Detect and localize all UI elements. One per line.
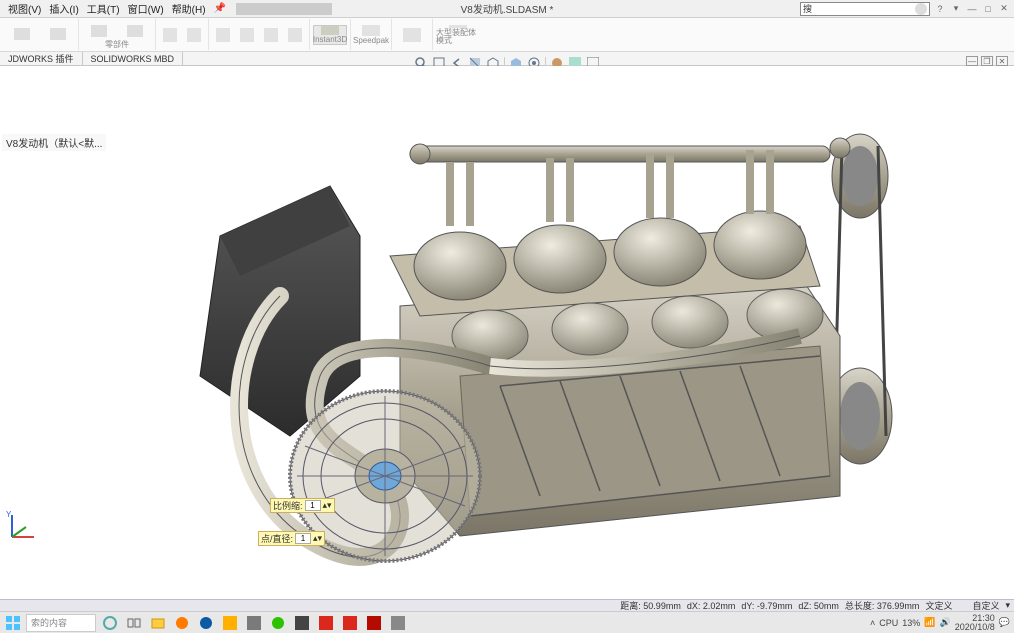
ribbon-group-mate bbox=[156, 19, 209, 50]
ribbon-btn[interactable] bbox=[5, 25, 39, 45]
qat-icon[interactable] bbox=[296, 3, 308, 15]
menu-view[interactable]: 视图(V) bbox=[4, 1, 45, 16]
search-icon[interactable] bbox=[915, 3, 927, 15]
spinner-icon[interactable]: ▴▾ bbox=[323, 500, 332, 511]
ribbon-group-label: 零部件 bbox=[105, 41, 129, 49]
file-explorer-icon[interactable] bbox=[148, 614, 168, 632]
doc-minimize-button[interactable]: — bbox=[966, 56, 978, 66]
ribbon-group-edit bbox=[2, 19, 79, 50]
ribbon-btn[interactable] bbox=[212, 25, 234, 45]
app-icon[interactable] bbox=[220, 614, 240, 632]
qat-icon[interactable] bbox=[284, 3, 296, 15]
view-triad-icon[interactable]: Y bbox=[4, 509, 40, 545]
ribbon-group-pattern bbox=[209, 19, 310, 50]
chevron-down-icon[interactable]: ▾ bbox=[1005, 600, 1010, 611]
menu-window[interactable]: 窗口(W) bbox=[124, 1, 168, 16]
tab-solidworks-mbd[interactable]: SOLIDWORKS MBD bbox=[83, 52, 184, 65]
firefox-icon[interactable] bbox=[172, 614, 192, 632]
volume-icon[interactable]: 🔊 bbox=[940, 617, 951, 628]
qat-icon[interactable] bbox=[260, 3, 272, 15]
status-dz: dZ: 50mm bbox=[798, 601, 839, 611]
close-button[interactable]: ✕ bbox=[998, 3, 1010, 15]
menu-help[interactable]: 帮助(H) bbox=[168, 1, 210, 16]
system-tray: ˄ CPU 13% 📶 🔊 21:30 2020/10/8 💬 bbox=[870, 614, 1010, 632]
ribbon-btn[interactable] bbox=[236, 25, 258, 45]
tab-solidworks-addins[interactable]: JDWORKS 插件 bbox=[0, 52, 83, 65]
ribbon-btn[interactable] bbox=[82, 21, 116, 41]
spinner-icon[interactable]: ▴▾ bbox=[313, 533, 322, 544]
cpu-usage: 13% bbox=[902, 618, 920, 628]
notifications-icon[interactable]: 💬 bbox=[999, 617, 1010, 628]
minimize-button[interactable]: — bbox=[966, 3, 978, 15]
dropdown-icon[interactable]: ▾ bbox=[950, 3, 962, 15]
clock-date: 2020/10/8 bbox=[955, 623, 995, 632]
dimension-label: 比例缩: bbox=[273, 499, 303, 512]
cortana-icon[interactable] bbox=[100, 614, 120, 632]
graphics-area[interactable]: V8发动机（默认<默... Y bbox=[0, 66, 1014, 599]
ribbon-btn[interactable] bbox=[183, 25, 205, 45]
menu-tools[interactable]: 工具(T) bbox=[83, 1, 124, 16]
ribbon-btn[interactable] bbox=[41, 25, 75, 45]
ribbon-group-large-assembly: 大型装配体模式 bbox=[433, 19, 483, 50]
ribbon: 零部件 Instant3D Speedpak bbox=[0, 18, 1014, 52]
solidworks-icon[interactable] bbox=[316, 614, 336, 632]
windows-taskbar: 索的内容 ˄ CPU 13% 📶 🔊 21:30 2020/10/8 💬 bbox=[0, 611, 1014, 633]
dimension-diameter-input[interactable] bbox=[295, 533, 311, 544]
help-icon[interactable]: ? bbox=[934, 3, 946, 15]
speedpak-button[interactable]: Speedpak bbox=[354, 25, 388, 45]
menu-insert[interactable]: 插入(I) bbox=[45, 1, 82, 16]
doc-restore-button[interactable]: ❐ bbox=[981, 56, 993, 66]
solidworks-icon[interactable] bbox=[340, 614, 360, 632]
app-icon[interactable] bbox=[292, 614, 312, 632]
ribbon-group-components: 零部件 bbox=[79, 19, 156, 50]
svg-text:Y: Y bbox=[6, 510, 12, 519]
cpu-label: CPU bbox=[879, 618, 898, 628]
clock[interactable]: 21:30 2020/10/8 bbox=[955, 614, 995, 632]
ribbon-btn[interactable] bbox=[284, 25, 306, 45]
titlebar-right: 搜 ? ▾ — □ ✕ bbox=[800, 2, 1010, 16]
ribbon-btn[interactable] bbox=[118, 21, 152, 41]
qat-icon[interactable] bbox=[248, 3, 260, 15]
wechat-icon[interactable] bbox=[268, 614, 288, 632]
large-assembly-button[interactable]: 大型装配体模式 bbox=[436, 25, 480, 45]
doc-close-button[interactable]: ✕ bbox=[996, 56, 1008, 66]
qat-icon[interactable] bbox=[308, 3, 320, 15]
document-title: V8发动机.SLDASM * bbox=[461, 1, 554, 16]
taskbar-search[interactable]: 索的内容 bbox=[26, 614, 96, 632]
tray-expand-icon[interactable]: ˄ bbox=[870, 618, 875, 628]
qat-icon[interactable] bbox=[236, 3, 248, 15]
adobe-icon[interactable] bbox=[364, 614, 384, 632]
status-bar: 距离: 50.99mm dX: 2.02mm dY: -9.79mm dZ: 5… bbox=[0, 599, 1014, 611]
qat-icon[interactable] bbox=[320, 3, 332, 15]
start-button[interactable] bbox=[4, 614, 22, 632]
feature-tree-root[interactable]: V8发动机（默认<默... bbox=[2, 134, 106, 151]
app-icon[interactable] bbox=[244, 614, 264, 632]
status-dx: dX: 2.02mm bbox=[687, 601, 736, 611]
ribbon-btn[interactable] bbox=[159, 25, 181, 45]
ribbon-group-speedpak: Speedpak bbox=[351, 19, 392, 50]
dimension-diameter-tag[interactable]: 点/直径: ▴▾ bbox=[258, 531, 325, 546]
dimension-scale-tag[interactable]: 比例缩: ▴▾ bbox=[270, 498, 335, 513]
search-box[interactable]: 搜 bbox=[800, 2, 930, 16]
dimension-label: 点/直径: bbox=[261, 532, 293, 545]
maximize-button[interactable]: □ bbox=[982, 3, 994, 15]
search-placeholder: 搜 bbox=[803, 2, 812, 15]
snapshot-button[interactable] bbox=[395, 25, 429, 45]
pin-icon[interactable]: 📌 bbox=[210, 3, 230, 14]
menu-bar: 视图(V) 插入(I) 工具(T) 窗口(W) 帮助(H) 📌 V8发动机.SL… bbox=[0, 0, 1014, 18]
edge-icon[interactable] bbox=[196, 614, 216, 632]
ribbon-btn[interactable] bbox=[260, 25, 282, 45]
status-dy: dY: -9.79mm bbox=[741, 601, 792, 611]
dimension-scale-input[interactable] bbox=[305, 500, 321, 511]
model-engine[interactable] bbox=[160, 76, 920, 596]
instant3d-button[interactable]: Instant3D bbox=[313, 25, 347, 45]
ribbon-group-snapshot bbox=[392, 19, 433, 50]
ribbon-group-instant3d: Instant3D bbox=[310, 19, 351, 50]
doc-window-controls: — ❐ ✕ bbox=[966, 56, 1008, 66]
task-view-icon[interactable] bbox=[124, 614, 144, 632]
app-icon[interactable] bbox=[388, 614, 408, 632]
qat-icon[interactable] bbox=[272, 3, 284, 15]
network-icon[interactable]: 📶 bbox=[924, 617, 935, 628]
